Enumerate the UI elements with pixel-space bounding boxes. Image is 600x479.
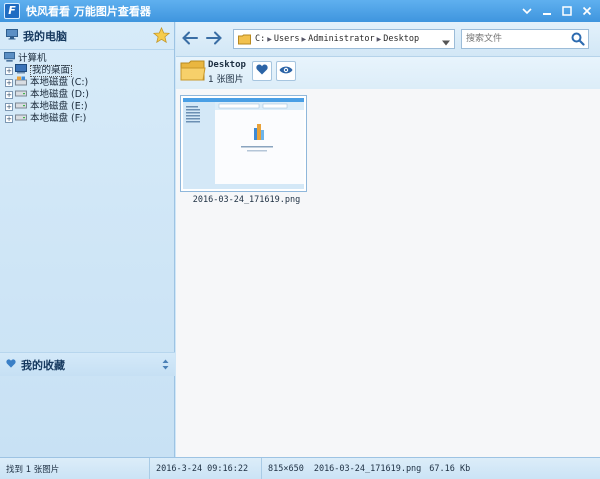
main-panel: C: ▶ Users ▶ Administrator ▶ Desktop Des… [176,22,600,457]
favorite-button[interactable] [252,61,272,81]
arrow-right-icon [206,31,222,48]
breadcrumb-users[interactable]: Users [274,34,300,44]
search-input[interactable] [462,30,570,48]
expand-toggle[interactable]: + [5,115,13,123]
thumbnail-grid: 2016-03-24_171619.png [176,89,600,457]
favorites-label: 我的收藏 [21,358,65,372]
chevron-down-icon[interactable] [518,3,536,19]
status-datetime: 2016-3-24 09:16:22 [150,457,262,479]
navigation-toolbar: C: ▶ Users ▶ Administrator ▶ Desktop [176,22,600,57]
status-filesize: 67.16 Kb [429,463,471,474]
status-dimensions: 815×650 [268,463,304,474]
forward-button[interactable] [204,30,224,48]
tree-item-label: 本地磁盘 (F:) [30,113,87,124]
tree-item-label: 计算机 [18,52,47,64]
back-button[interactable] [180,30,200,48]
folder-icon [238,34,251,45]
folder-open-icon [180,59,206,86]
crumb-separator-icon: ▶ [376,35,382,43]
expand-toggle[interactable]: + [5,67,13,75]
my-computer-header[interactable]: 我的电脑 [0,22,174,50]
breadcrumb-drive[interactable]: C: [255,34,265,44]
expand-toggle[interactable]: + [5,79,13,87]
folder-name: Desktop [208,60,246,70]
crumb-separator-icon: ▶ [267,35,272,43]
favorites-header[interactable]: 我的收藏 [0,352,175,376]
view-button[interactable] [276,61,296,81]
expand-toggle[interactable]: + [5,103,13,111]
maximize-button[interactable] [558,3,576,19]
folder-info-bar: Desktop 1 张图片 [176,57,600,89]
status-filename: 2016-03-24_171619.png [313,463,422,474]
search-box [461,29,589,49]
sidebar: 我的电脑 计算机 + 我的桌面 + 本地磁盘 (C:) + 本地磁盘 (D:) … [0,22,175,457]
minimize-button[interactable] [538,3,556,19]
heart-icon [6,358,16,371]
eye-icon [279,65,293,78]
app-logo: F [4,3,20,19]
star-icon[interactable] [152,26,171,47]
computer-icon [4,51,15,66]
breadcrumb-desktop[interactable]: Desktop [383,34,419,44]
window-controls [518,3,596,19]
title-bar[interactable]: F 快风看看 万能图片查看器 [0,0,600,22]
arrow-left-icon [182,31,198,48]
thumbnail-item[interactable] [180,95,307,192]
drive-icon [15,112,27,126]
image-count: 1 张图片 [208,75,244,85]
tree-item-label: 本地磁盘 (C:) [30,77,89,88]
expand-toggle[interactable]: + [5,91,13,99]
status-bar: 找到 1 张图片 2016-3-24 09:16:22 815×650 2016… [0,457,600,479]
tree-item-drive-f[interactable]: + 本地磁盘 (F:) [0,113,174,125]
dropdown-arrow-icon[interactable] [442,36,450,49]
folder-tree: 计算机 + 我的桌面 + 本地磁盘 (C:) + 本地磁盘 (D:) + 本地磁… [0,50,174,125]
window-title: 快风看看 万能图片查看器 [26,5,151,18]
close-button[interactable] [578,3,596,19]
heart-icon [256,64,268,78]
thumbnail-filename[interactable]: 2016-03-24_171619.png [180,195,313,205]
tree-item-label: 本地磁盘 (E:) [30,101,88,112]
tree-item-label: 本地磁盘 (D:) [30,89,89,100]
address-bar[interactable]: C: ▶ Users ▶ Administrator ▶ Desktop [233,29,455,49]
search-icon[interactable] [571,32,585,49]
tree-item-label: 我的桌面 [30,65,73,77]
breadcrumb-administrator[interactable]: Administrator [308,34,375,44]
my-computer-label: 我的电脑 [23,29,67,43]
crumb-separator-icon: ▶ [301,35,307,43]
image-preview [183,98,304,189]
status-found: 找到 1 张图片 [0,457,150,479]
sort-arrows-icon[interactable] [162,359,169,373]
computer-icon [6,28,18,43]
